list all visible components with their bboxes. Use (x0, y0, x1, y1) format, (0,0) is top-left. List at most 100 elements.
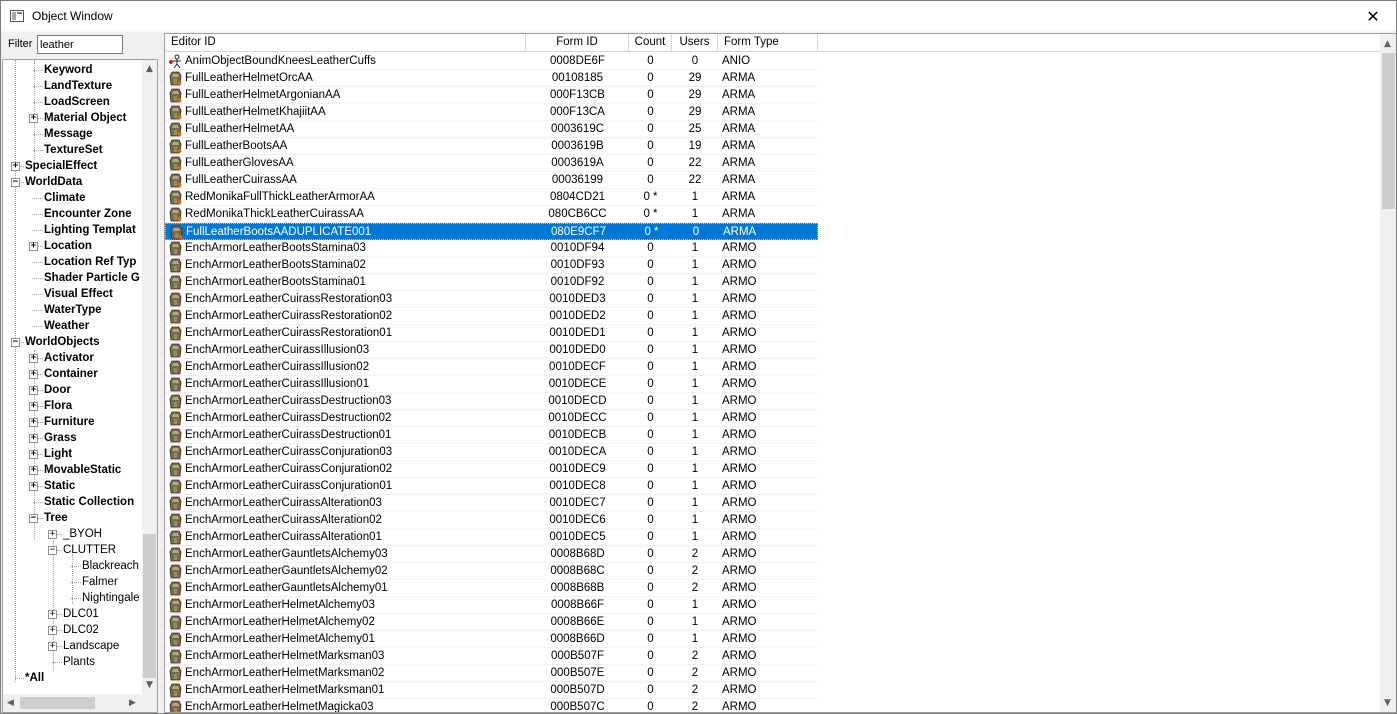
tree-node[interactable]: + Light (3, 446, 141, 462)
tree-node[interactable]: + _BYOH (3, 526, 141, 542)
list-scroll-down-arrow-icon[interactable]: ▼ (1384, 698, 1391, 708)
expand-icon[interactable]: + (29, 482, 38, 491)
table-row[interactable]: EnchArmorLeatherHelmetAlchemy01 0008B66D 0… (165, 631, 818, 648)
table-row[interactable]: EnchArmorLeatherGauntletsAlchemy03 0008B6… (165, 546, 818, 563)
table-row[interactable]: RedMonikaFullThickLeatherArmorAA 0804CD21… (165, 189, 818, 206)
column-header-count[interactable]: Count (629, 34, 672, 51)
tree-node[interactable]: Shader Particle G (3, 270, 141, 286)
list-scroll-thumb[interactable] (1382, 53, 1395, 209)
table-row[interactable]: EnchArmorLeatherCuirassAlteration01 0010D… (165, 529, 818, 546)
table-row[interactable]: EnchArmorLeatherCuirassDestruction03 0010… (165, 393, 818, 410)
tree-node[interactable]: Location Ref Typ (3, 254, 141, 270)
tree-node[interactable]: + Flora (3, 398, 141, 414)
expand-icon[interactable]: + (48, 626, 57, 635)
tree-node[interactable]: Weather (3, 318, 141, 334)
tree-node[interactable]: − WorldObjects (3, 334, 141, 350)
tree-node[interactable]: *All (3, 670, 141, 686)
table-row[interactable]: EnchArmorLeatherHelmetAlchemy02 0008B66E 0… (165, 614, 818, 631)
tree-node[interactable]: Visual Effect (3, 286, 141, 302)
collapse-icon[interactable]: − (48, 546, 57, 555)
collapse-icon[interactable]: − (11, 338, 20, 347)
close-button[interactable]: ✕ (1350, 1, 1396, 31)
table-row[interactable]: EnchArmorLeatherCuirassRestoration02 0010… (165, 308, 818, 325)
table-row[interactable]: EnchArmorLeatherGauntletsAlchemy01 0008B6… (165, 580, 818, 597)
tree-node[interactable]: + DLC02 (3, 622, 141, 638)
tree-node[interactable]: TextureSet (3, 142, 141, 158)
column-header-editor-id[interactable]: Editor ID (165, 34, 526, 51)
tree-node[interactable]: + Material Object (3, 110, 141, 126)
table-row[interactable]: EnchArmorLeatherBootsStamina02 0010DF93 0 1… (165, 257, 818, 274)
table-row[interactable]: FullLeatherHelmetKhajiitAA 000F13CA 0 29 ARM… (165, 104, 818, 121)
tree-node[interactable]: + DLC01 (3, 606, 141, 622)
tree-node[interactable]: Message (3, 126, 141, 142)
tree-node[interactable]: + Grass (3, 430, 141, 446)
tree-node[interactable]: + MovableStatic (3, 462, 141, 478)
tree-node[interactable]: Falmer (3, 574, 141, 590)
tree-node[interactable]: − WorldData (3, 174, 141, 190)
tree-node[interactable]: Encounter Zone (3, 206, 141, 222)
table-row[interactable]: RedMonikaThickLeatherCuirassAA 080CB6CC 0 … (165, 206, 818, 223)
scroll-right-arrow-icon[interactable]: ▶ (129, 698, 136, 708)
expand-icon[interactable]: + (29, 466, 38, 475)
table-row[interactable]: FullLeatherGlovesAA 0003619A 0 22 ARMA (165, 155, 818, 172)
category-tree[interactable]: Keyword LandTexture LoadScreen + Material Ob… (2, 59, 158, 713)
scroll-down-arrow-icon[interactable]: ▼ (146, 680, 153, 690)
expand-icon[interactable]: + (48, 642, 57, 651)
table-row[interactable]: EnchArmorLeatherBootsStamina03 0010DF94 0 1… (165, 240, 818, 257)
tree-node[interactable]: + Location (3, 238, 141, 254)
table-row[interactable]: EnchArmorLeatherHelmetMagicka03 000B507C 0… (165, 699, 818, 712)
collapse-icon[interactable]: − (29, 514, 38, 523)
table-row[interactable]: EnchArmorLeatherHelmetMarksman01 000B507D… (165, 682, 818, 699)
title-bar[interactable]: Object Window ✕ (1, 1, 1396, 31)
column-header-form-type[interactable]: Form Type (718, 34, 818, 51)
table-row[interactable]: EnchArmorLeatherHelmetAlchemy03 0008B66F 0… (165, 597, 818, 614)
table-row[interactable]: FullLeatherHelmetAA 0003619C 0 25 ARMA (165, 121, 818, 138)
object-list[interactable]: Editor ID Form ID Count Users Form Type … (164, 33, 1396, 713)
table-row[interactable]: EnchArmorLeatherCuirassAlteration02 0010D… (165, 512, 818, 529)
table-row[interactable]: EnchArmorLeatherCuirassRestoration03 0010… (165, 291, 818, 308)
tree-node[interactable]: Static Collection (3, 494, 141, 510)
list-scroll-up-arrow-icon[interactable]: ▲ (1384, 39, 1391, 49)
table-row[interactable]: EnchArmorLeatherCuirassDestruction02 0010… (165, 410, 818, 427)
expand-icon[interactable]: + (11, 162, 20, 171)
table-row[interactable]: EnchArmorLeatherCuirassIllusion01 0010DEC… (165, 376, 818, 393)
expand-icon[interactable]: + (29, 370, 38, 379)
table-row[interactable]: EnchArmorLeatherCuirassConjuration02 0010… (165, 461, 818, 478)
table-row[interactable]: EnchArmorLeatherCuirassIllusion02 0010DEC… (165, 359, 818, 376)
tree-horizontal-scrollbar[interactable]: ◀ ▶ (3, 694, 142, 712)
expand-icon[interactable]: + (29, 402, 38, 411)
table-row[interactable]: EnchArmorLeatherGauntletsAlchemy02 0008B6… (165, 563, 818, 580)
list-vertical-scrollbar[interactable]: ▲ ▼ (1380, 34, 1396, 712)
expand-icon[interactable]: + (29, 242, 38, 251)
table-row[interactable]: EnchArmorLeatherCuirassAlteration03 0010D… (165, 495, 818, 512)
table-row[interactable]: FullLeatherBootsAA 0003619B 0 19 ARMA (165, 138, 818, 155)
expand-icon[interactable]: + (29, 386, 38, 395)
scroll-left-arrow-icon[interactable]: ◀ (7, 698, 14, 708)
tree-node[interactable]: + Activator (3, 350, 141, 366)
expand-icon[interactable]: + (29, 354, 38, 363)
table-row[interactable]: FullLeatherHelmetArgonianAA 000F13CB 0 29 AR… (165, 87, 818, 104)
tree-node[interactable]: + Static (3, 478, 141, 494)
table-row[interactable]: AnimObjectBoundKneesLeatherCuffs 0008DE6F… (165, 53, 818, 70)
tree-vertical-scrollbar[interactable]: ▲ ▼ (142, 60, 157, 694)
tree-node[interactable]: Climate (3, 190, 141, 206)
expand-icon[interactable]: + (29, 418, 38, 427)
expand-icon[interactable]: + (29, 114, 38, 123)
table-row[interactable]: FullLeatherCuirassAA 00036199 0 22 ARMA (165, 172, 818, 189)
tree-node[interactable]: WaterType (3, 302, 141, 318)
tree-node[interactable]: Blackreach (3, 558, 141, 574)
tree-node[interactable]: + Landscape (3, 638, 141, 654)
tree-node[interactable]: Keyword (3, 62, 141, 78)
table-row[interactable]: EnchArmorLeatherHelmetMarksman02 000B507E… (165, 665, 818, 682)
tree-node[interactable]: LoadScreen (3, 94, 141, 110)
tree-hscroll-thumb[interactable] (20, 697, 95, 709)
table-row[interactable]: FullLeatherHelmetOrcAA 00108185 0 29 ARMA (165, 70, 818, 87)
expand-icon[interactable]: + (29, 434, 38, 443)
expand-icon[interactable]: + (48, 610, 57, 619)
table-row[interactable]: EnchArmorLeatherCuirassRestoration01 0010… (165, 325, 818, 342)
table-row[interactable]: EnchArmorLeatherCuirassConjuration01 0010… (165, 478, 818, 495)
column-header-form-id[interactable]: Form ID (526, 34, 629, 51)
scroll-up-arrow-icon[interactable]: ▲ (146, 64, 153, 74)
filter-input[interactable] (37, 35, 123, 54)
tree-node[interactable]: Plants (3, 654, 141, 670)
